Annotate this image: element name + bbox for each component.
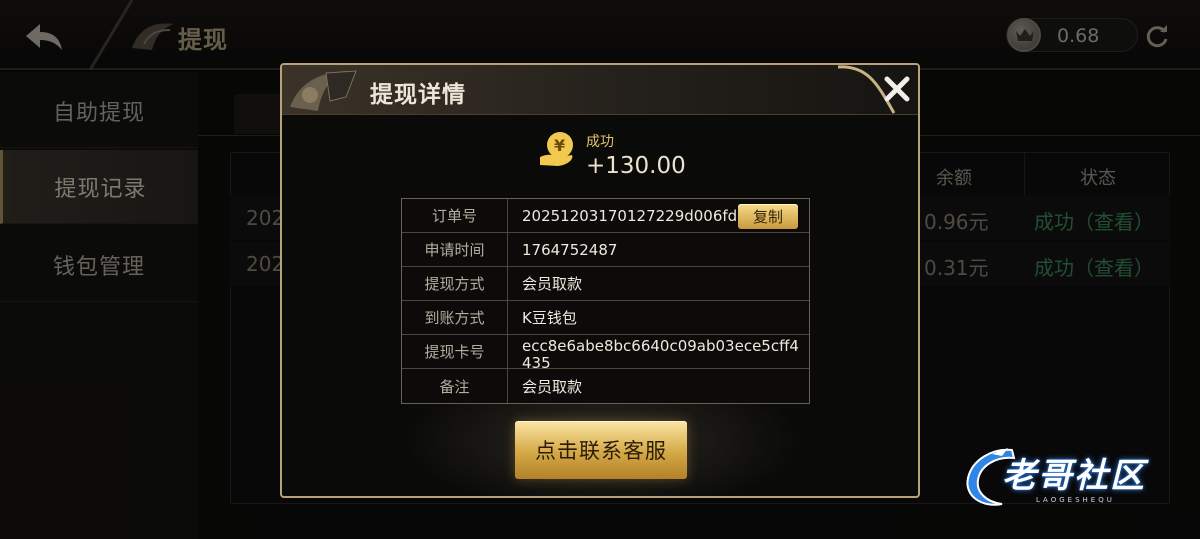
- detail-label: 提现方式: [402, 267, 508, 300]
- dialog-emblem-icon: [290, 70, 357, 111]
- detail-value-apply-time: 1764752487: [522, 240, 618, 259]
- withdraw-detail-dialog: 提现详情 ¥ 成功 +130.00 订单号 20251203170127229d…: [280, 63, 920, 498]
- detail-label: 申请时间: [402, 233, 508, 266]
- watermark-text: 老哥社区: [1002, 456, 1146, 496]
- watermark-subtext: LAOGESHEQU: [1036, 496, 1115, 504]
- contact-support-button[interactable]: 点击联系客服: [515, 421, 687, 479]
- detail-row-withdraw-method: 提现方式 会员取款: [402, 267, 809, 301]
- detail-label: 到账方式: [402, 301, 508, 334]
- withdraw-amount: +130.00: [586, 153, 686, 179]
- close-icon: [884, 76, 910, 102]
- detail-row-apply-time: 申请时间 1764752487: [402, 233, 809, 267]
- svg-text:¥: ¥: [554, 136, 565, 155]
- copy-button[interactable]: 复制: [738, 204, 798, 229]
- detail-row-order: 订单号 20251203170127229d006fdb... 复制: [402, 199, 809, 233]
- order-number: 20251203170127229d006fdb...: [522, 206, 736, 225]
- detail-label: 订单号: [402, 199, 508, 232]
- yuan-hand-icon: ¥: [540, 132, 573, 166]
- detail-value-withdraw-method: 会员取款: [522, 275, 583, 293]
- detail-value-arrival-method: K豆钱包: [522, 309, 577, 327]
- detail-value-remark: 会员取款: [522, 377, 583, 396]
- status-label: 成功: [586, 134, 614, 150]
- detail-row-remark: 备注 会员取款: [402, 369, 809, 403]
- dialog-title: 提现详情: [370, 82, 466, 108]
- detail-label: 提现卡号: [402, 335, 508, 368]
- close-button[interactable]: [882, 73, 912, 105]
- detail-row-card-number: 提现卡号 ecc8e6abe8bc6640c09ab03ece5cff4435: [402, 335, 809, 369]
- detail-row-arrival-method: 到账方式 K豆钱包: [402, 301, 809, 335]
- detail-table: 订单号 20251203170127229d006fdb... 复制 申请时间 …: [401, 198, 810, 404]
- detail-value-card-number: ecc8e6abe8bc6640c09ab03ece5cff4435: [522, 337, 799, 369]
- watermark-logo: 老哥社区 LAOGESHEQU: [962, 446, 1192, 516]
- detail-label: 备注: [402, 369, 508, 403]
- dialog-header: 提现详情: [282, 65, 918, 115]
